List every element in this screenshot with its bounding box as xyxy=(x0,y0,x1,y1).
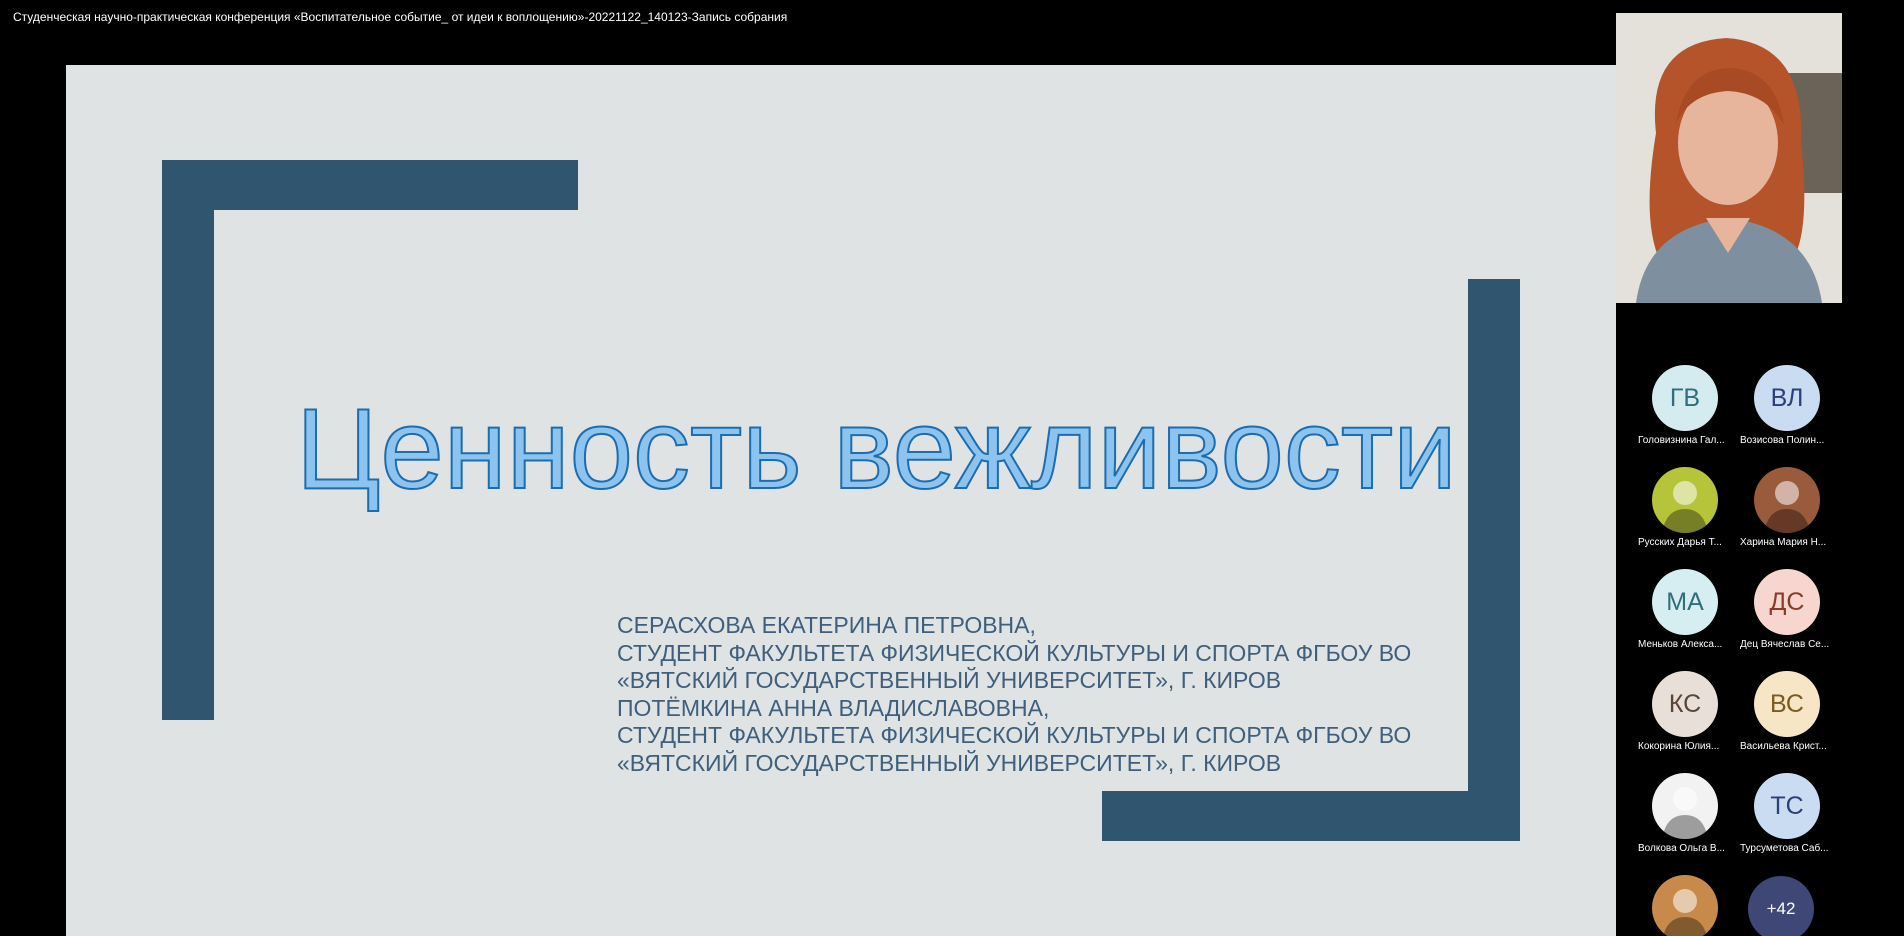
slide-title: Ценность вежливости xyxy=(295,386,1458,513)
participant-name: Харина Мария Н... xyxy=(1740,537,1827,548)
participant-tile[interactable]: Русских Дарья Т... xyxy=(1638,467,1734,563)
participant-name: Васильева Крист... xyxy=(1740,741,1827,752)
participant-tile[interactable]: Харина Мария Н... xyxy=(1740,467,1836,563)
avatar-photo-icon xyxy=(1662,481,1708,533)
participant-tile[interactable]: ТС Турсуметова Саб... xyxy=(1740,773,1836,869)
author-line: СЕРАСХОВА ЕКАТЕРИНА ПЕТРОВНА, xyxy=(617,612,1036,638)
participant-name: Меньков Алекса... xyxy=(1638,639,1723,650)
speaker-video[interactable] xyxy=(1616,13,1842,303)
participant-initials-avatar: ГВ xyxy=(1652,365,1718,431)
avatar-photo-icon xyxy=(1662,787,1708,839)
participant-name: Головизнина Гал... xyxy=(1638,435,1725,446)
participant-photo-avatar xyxy=(1652,773,1718,839)
participant-initials-avatar: ВЛ xyxy=(1754,365,1820,431)
participant-initials-avatar: КС xyxy=(1652,671,1718,737)
slide-frame-top-left-vertical xyxy=(162,160,214,720)
participant-initials-avatar: МА xyxy=(1652,569,1718,635)
avatar-photo-icon xyxy=(1764,481,1810,533)
slide-frame-top-left-horizontal xyxy=(162,160,578,210)
author-line: СТУДЕНТ ФАКУЛЬТЕТА ФИЗИЧЕСКОЙ КУЛЬТУРЫ И… xyxy=(617,722,1412,748)
participant-photo-avatar xyxy=(1652,467,1718,533)
participant-tile[interactable]: Волкова Ольга В... xyxy=(1638,773,1734,869)
participant-photo-avatar xyxy=(1754,467,1820,533)
participant-initials-avatar: ВС xyxy=(1754,671,1820,737)
speaker-video-frame xyxy=(1616,13,1842,303)
participant-photo-avatar xyxy=(1652,875,1718,936)
author-line: «ВЯТСКИЙ ГОСУДАРСТВЕННЫЙ УНИВЕРСИТЕТ», Г… xyxy=(617,667,1282,693)
participant-tile[interactable]: ВЛ Возисова Полин... xyxy=(1740,365,1836,461)
author-line: «ВЯТСКИЙ ГОСУДАРСТВЕННЫЙ УНИВЕРСИТЕТ», Г… xyxy=(617,749,1282,776)
shared-slide: Ценность вежливости СЕРАСХОВА ЕКАТЕРИНА … xyxy=(66,65,1616,936)
participant-name: Турсуметова Саб... xyxy=(1740,843,1829,854)
participant-tile[interactable] xyxy=(1638,875,1734,936)
avatar-photo-icon xyxy=(1663,889,1707,936)
participant-tile[interactable]: ВС Васильева Крист... xyxy=(1740,671,1836,767)
participant-name: Русских Дарья Т... xyxy=(1638,537,1722,548)
participant-name: Кокорина Юлия... xyxy=(1638,741,1720,752)
slide-authors: СЕРАСХОВА ЕКАТЕРИНА ПЕТРОВНА, СТУДЕНТ ФА… xyxy=(617,612,1517,777)
participant-tile[interactable]: КС Кокорина Юлия... xyxy=(1638,671,1734,767)
participant-tile[interactable]: ДС Дец Вячеслав Се... xyxy=(1740,569,1836,665)
participant-tile[interactable]: ГВ Головизнина Гал... xyxy=(1638,365,1734,461)
participant-name: Дец Вячеслав Се... xyxy=(1740,639,1830,650)
slide-frame-bottom-right-horizontal xyxy=(1102,791,1520,841)
author-line: ПОТЁМКИНА АННА ВЛАДИСЛАВОВНА, xyxy=(617,694,1050,721)
author-line: СТУДЕНТ ФАКУЛЬТЕТА ФИЗИЧЕСКОЙ КУЛЬТУРЫ И… xyxy=(617,639,1412,666)
participant-tile[interactable]: МА Меньков Алекса... xyxy=(1638,569,1734,665)
window-title: Студенческая научно-практическая конфере… xyxy=(13,10,788,24)
participant-initials-avatar: ТС xyxy=(1754,773,1820,839)
participant-initials-avatar: ДС xyxy=(1754,569,1820,635)
participant-name: Возисова Полин... xyxy=(1740,435,1825,446)
more-participants-button[interactable]: +42 xyxy=(1748,876,1814,936)
participant-name: Волкова Ольга В... xyxy=(1638,843,1725,854)
